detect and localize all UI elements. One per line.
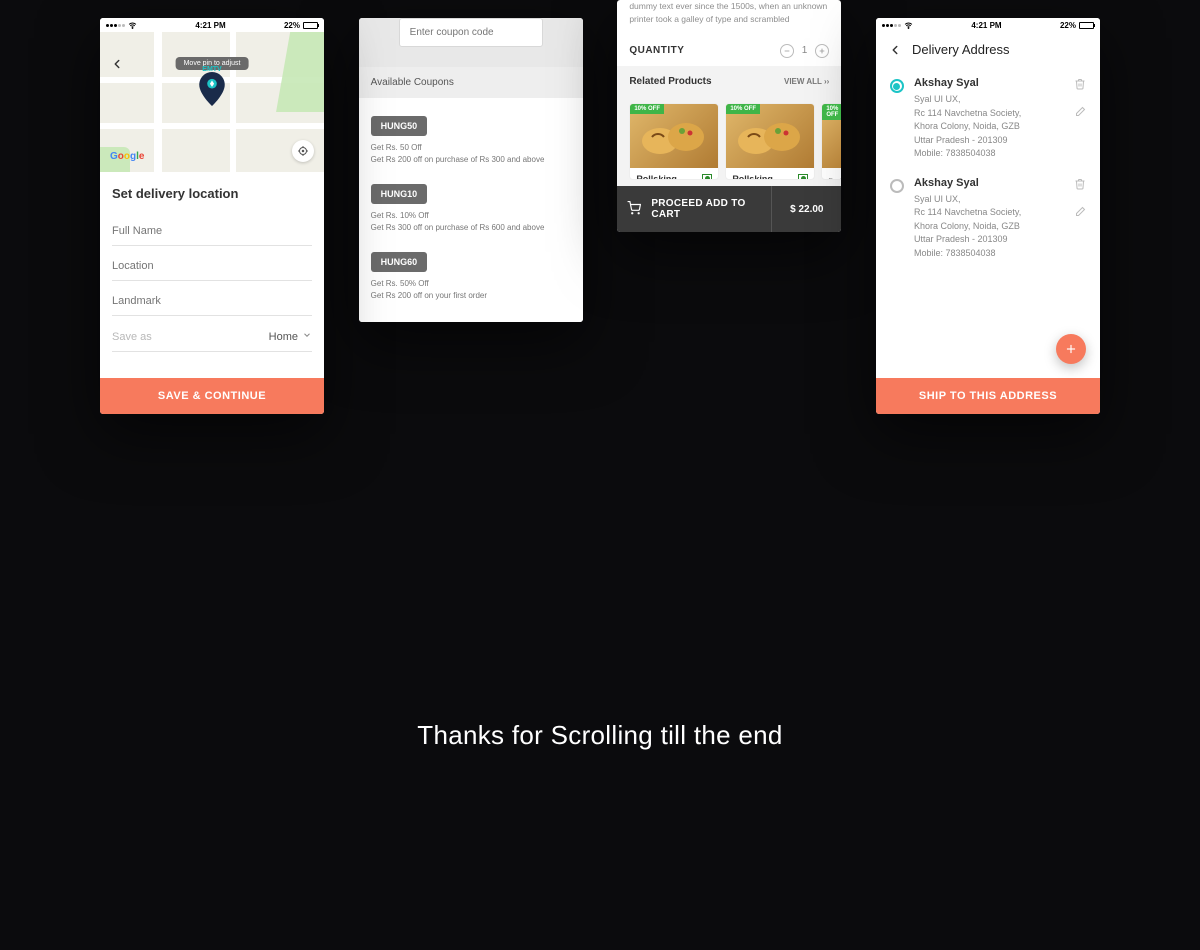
delete-address-icon[interactable]: [1074, 77, 1086, 95]
screen-product-cart: dummy text ever since the 1500s, when an…: [617, 0, 841, 232]
product-card[interactable]: 10% OFF Fast Food: [821, 103, 841, 181]
address-line: Syal UI UX,: [914, 93, 1064, 107]
save-as-selector[interactable]: Save as Home: [112, 316, 312, 352]
quantity-value: 1: [802, 45, 808, 56]
address-line: Uttar Pradesh - 201309: [914, 134, 1064, 148]
address-line: Khora Colony, Noida, GZB: [914, 220, 1064, 234]
wifi-icon: [128, 21, 137, 30]
veg-icon: [702, 174, 712, 181]
address-line: Mobile: 7838504038: [914, 147, 1064, 161]
coupon-line: Get Rs. 50 Off: [371, 142, 571, 154]
offer-badge: 10% OFF: [822, 104, 841, 120]
edit-address-icon[interactable]: [1074, 105, 1086, 123]
product-category: Fast Food: [828, 178, 841, 181]
quantity-label: QUANTITY: [629, 45, 684, 56]
coupon-code-badge: HUNG50: [371, 116, 428, 136]
form-title: Set delivery location: [112, 186, 312, 201]
proceed-add-to-cart-button[interactable]: PROCEED ADD TO CART: [617, 186, 771, 232]
address-item[interactable]: Akshay Syal Syal UI UX, Rc 114 Navchetna…: [890, 177, 1086, 261]
address-radio[interactable]: [890, 79, 904, 93]
screen-set-location: 4:21 PM 22% Move pin to adjust EMTV: [100, 18, 324, 414]
address-line: Syal UI UX,: [914, 193, 1064, 207]
save-continue-button[interactable]: SAVE & CONTINUE: [100, 378, 324, 414]
product-card[interactable]: 10% OFF Rollsking Fast Food $ 22.00: [629, 103, 719, 181]
address-line: Rc 114 Navchetna Society,: [914, 206, 1064, 220]
coupon-line: Get Rs 300 off on purchase of Rs 600 and…: [371, 222, 571, 234]
coupon-code-badge: HUNG60: [371, 252, 428, 272]
full-name-field[interactable]: [112, 211, 312, 246]
address-line: Mobile: 7838504038: [914, 247, 1064, 261]
coupon-line: Get Rs. 50% Off: [371, 278, 571, 290]
status-battery-pct: 22%: [284, 21, 300, 30]
address-line: Uttar Pradesh - 201309: [914, 233, 1064, 247]
product-title: Rollsking: [636, 174, 677, 181]
battery-icon: [303, 22, 318, 29]
quantity-stepper[interactable]: 1: [780, 44, 830, 58]
cart-icon: [627, 201, 641, 218]
coupon-item[interactable]: HUNG50 Get Rs. 50 Off Get Rs 200 off on …: [371, 116, 571, 166]
coupon-code-input[interactable]: [399, 18, 543, 47]
screen-delivery-address: 4:21 PM 22% Delivery Address Akshay Syal…: [876, 18, 1100, 414]
related-products-title: Related Products: [629, 76, 711, 87]
coupon-line: Get Rs 200 off on purchase of Rs 300 and…: [371, 154, 571, 166]
google-logo: Google: [110, 151, 144, 162]
add-address-button[interactable]: [1056, 334, 1086, 364]
screen-coupons: Available Coupons HUNG50 Get Rs. 50 Off …: [359, 18, 583, 322]
address-line: Rc 114 Navchetna Society,: [914, 107, 1064, 121]
coupon-item[interactable]: HUNG60 Get Rs. 50% Off Get Rs 200 off on…: [371, 252, 571, 302]
qty-minus-button[interactable]: [780, 44, 794, 58]
save-as-value: Home: [269, 331, 298, 343]
status-time: 4:21 PM: [195, 21, 225, 30]
wifi-icon: [904, 21, 913, 30]
delete-address-icon[interactable]: [1074, 177, 1086, 195]
address-radio[interactable]: [890, 179, 904, 193]
chevron-down-icon: [302, 330, 312, 343]
product-image: 10% OFF: [726, 104, 814, 168]
product-image: 10% OFF: [630, 104, 718, 168]
product-title: Rollsking: [732, 174, 773, 181]
map-view[interactable]: Move pin to adjust EMTV Google: [100, 32, 324, 172]
thanks-text: Thanks for Scrolling till the end: [0, 720, 1200, 751]
map-pin-icon[interactable]: [199, 72, 225, 111]
qty-plus-button[interactable]: [815, 44, 829, 58]
signal-icon: [882, 24, 901, 27]
status-bar: 4:21 PM 22%: [876, 18, 1100, 32]
save-as-label: Save as: [112, 331, 152, 343]
ship-to-address-button[interactable]: SHIP TO THIS ADDRESS: [876, 378, 1100, 414]
product-image: 10% OFF: [822, 104, 841, 168]
related-products-row[interactable]: 10% OFF Rollsking Fast Food $ 22.00: [617, 97, 841, 187]
product-description: dummy text ever since the 1500s, when an…: [617, 0, 841, 36]
location-field[interactable]: [112, 246, 312, 281]
veg-icon: [798, 174, 808, 181]
edit-address-icon[interactable]: [1074, 205, 1086, 223]
coupon-line: Get Rs. 10% Off: [371, 210, 571, 222]
coupon-item[interactable]: HUNG10 Get Rs. 10% Off Get Rs 300 off on…: [371, 184, 571, 234]
view-all-link[interactable]: VIEW ALL ››: [784, 77, 829, 86]
landmark-field[interactable]: [112, 281, 312, 316]
status-time: 4:21 PM: [971, 21, 1001, 30]
coupon-list: HUNG50 Get Rs. 50 Off Get Rs 200 off on …: [359, 98, 583, 322]
address-name: Akshay Syal: [914, 177, 1064, 189]
product-card[interactable]: 10% OFF Rollsking Fast Food $ 22.00: [725, 103, 815, 181]
address-line: Khora Colony, Noida, GZB: [914, 120, 1064, 134]
battery-icon: [1079, 22, 1094, 29]
coupon-code-badge: HUNG10: [371, 184, 428, 204]
back-icon[interactable]: [888, 43, 902, 57]
signal-icon: [106, 24, 125, 27]
locate-me-button[interactable]: [292, 140, 314, 162]
address-item[interactable]: Akshay Syal Syal UI UX, Rc 114 Navchetna…: [890, 77, 1086, 161]
page-title: Delivery Address: [912, 42, 1010, 57]
status-bar: 4:21 PM 22%: [100, 18, 324, 32]
cart-total: $ 22.00: [771, 186, 841, 232]
back-icon[interactable]: [110, 57, 124, 76]
address-name: Akshay Syal: [914, 77, 1064, 89]
address-list: Akshay Syal Syal UI UX, Rc 114 Navchetna…: [876, 67, 1100, 378]
coupon-line: Get Rs 200 off on your first order: [371, 290, 571, 302]
proceed-label: PROCEED ADD TO CART: [651, 198, 761, 220]
available-coupons-header: Available Coupons: [359, 67, 583, 98]
status-battery-pct: 22%: [1060, 21, 1076, 30]
